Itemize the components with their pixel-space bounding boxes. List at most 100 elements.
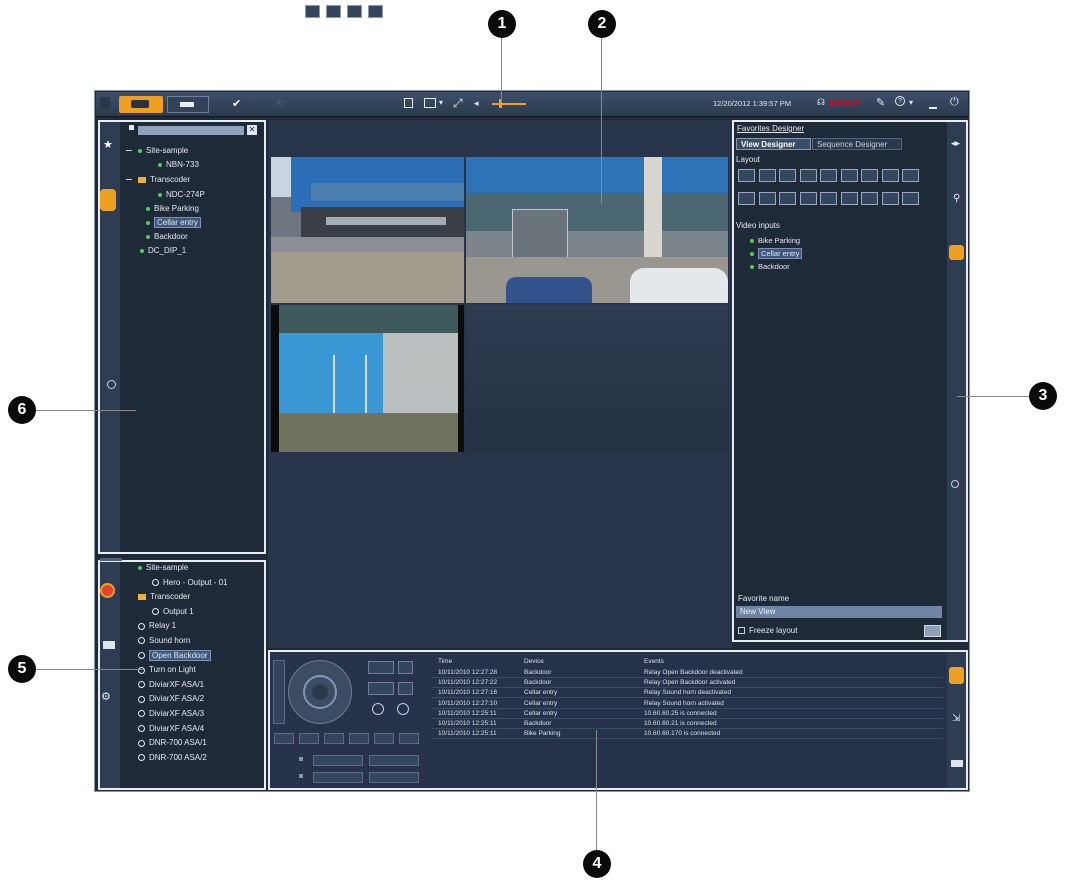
freeze-layout-checkbox[interactable] [738, 627, 745, 634]
ptz-focus-near-button[interactable] [368, 682, 394, 695]
tree-item-7[interactable]: DC_DIP_1 [140, 246, 186, 256]
relay-item-6[interactable]: Open Backdoor [138, 649, 211, 661]
relay-item-7[interactable]: Turn on Light [138, 665, 196, 675]
save-favorite-button[interactable] [924, 625, 941, 637]
relay-item-10[interactable]: DiviarXF ASA/3 [138, 709, 204, 719]
exit-icon[interactable]: ⏻ [950, 96, 959, 109]
favorite-name-input[interactable]: New View [736, 606, 942, 618]
tree-item-1[interactable]: NBN-733 [158, 160, 199, 170]
layout-option-button[interactable] [820, 192, 837, 205]
favorite-name-label: Favorite name [738, 594, 790, 603]
ptz-focus-far-button[interactable] [398, 682, 413, 695]
ptz-preset-button[interactable] [324, 733, 344, 744]
tree-item-0[interactable]: Site-sample [138, 146, 188, 156]
aux-on-button[interactable] [313, 755, 363, 766]
layout-2-button[interactable] [326, 5, 341, 18]
bookmark-tab-icon[interactable]: ⇲ [952, 713, 960, 724]
video-tile-bike-parking[interactable] [271, 157, 464, 303]
window-layout-dropdown-icon[interactable] [424, 98, 436, 108]
window-menu-icon[interactable] [100, 97, 110, 109]
alarm-list-tab-icon[interactable] [951, 760, 963, 767]
alarm-check-icon[interactable]: ✔ [232, 97, 241, 110]
preset-go-button[interactable] [369, 772, 419, 783]
layout-option-button[interactable] [861, 192, 878, 205]
minimize-icon[interactable] [929, 107, 937, 109]
tree-item-4[interactable]: Bike Parking [146, 204, 199, 214]
layout-option-button[interactable] [738, 169, 755, 182]
video-tile-backdoor[interactable] [271, 305, 464, 452]
ptz-preset-button[interactable] [299, 733, 319, 744]
ptz-preset-button[interactable] [349, 733, 369, 744]
relay-output-icon [138, 739, 145, 747]
relay-item-9[interactable]: DiviarXF ASA/2 [138, 694, 204, 704]
ptz-iris-close-icon[interactable] [397, 703, 409, 715]
layout-3-button[interactable] [347, 5, 362, 18]
relay-item-2[interactable]: Transcoder [138, 592, 190, 602]
headset-icon[interactable]: ☊ [817, 97, 825, 108]
tree-item-5[interactable]: Cellar entry [146, 217, 201, 228]
tree-search-clear-icon[interactable]: ✕ [247, 125, 257, 135]
speaker-icon[interactable]: ◂ [474, 98, 479, 109]
video-input-item[interactable]: Backdoor [750, 262, 790, 272]
log-cell-time: 10/11/2010 12:25:11 [438, 720, 497, 727]
layout-option-button[interactable] [799, 169, 817, 182]
relay-item-4[interactable]: Relay 1 [138, 621, 176, 631]
layout-option-button[interactable] [820, 169, 837, 182]
tree-expander-icon[interactable] [126, 150, 132, 151]
layout-option-button[interactable] [799, 192, 817, 205]
layout-option-button[interactable] [881, 169, 899, 182]
fullscreen-icon[interactable]: ⤢ [453, 96, 463, 111]
layout-option-button[interactable] [738, 192, 755, 205]
ptz-iris-open-icon[interactable] [372, 703, 384, 715]
ptz-zoom-slider[interactable] [273, 660, 285, 724]
ptz-preset-button[interactable] [374, 733, 394, 744]
layout-1-button[interactable] [305, 5, 320, 18]
layout-option-button[interactable] [840, 192, 858, 205]
event-log-tab-icon[interactable] [949, 667, 964, 684]
video-input-item[interactable]: Bike Parking [750, 236, 800, 246]
camera-icon [750, 252, 754, 257]
relay-item-12[interactable]: DNR-700 ASA/1 [138, 738, 207, 748]
preset-set-button[interactable] [313, 772, 363, 783]
ptz-preset-button[interactable] [399, 733, 419, 744]
layout-option-button[interactable] [881, 192, 899, 205]
help-dropdown-icon[interactable]: ▾ [909, 98, 913, 107]
copy-icon[interactable] [404, 98, 413, 108]
video-tile-empty[interactable] [466, 305, 728, 452]
relay-item-1[interactable]: Hero - Output - 01 [152, 578, 227, 588]
relay-item-label: Hero - Output - 01 [163, 577, 228, 587]
relay-item-3[interactable]: Output 1 [152, 607, 194, 617]
tree-expander-icon[interactable] [126, 179, 132, 180]
layout-option-button[interactable] [779, 192, 796, 205]
layout-option-button[interactable] [758, 169, 776, 182]
relay-item-8[interactable]: DiviarXF ASA/1 [138, 680, 204, 690]
relay-item-0[interactable]: Site-sample [138, 563, 188, 573]
ptz-zoom-out-button[interactable] [398, 661, 413, 674]
tree-search-input[interactable] [138, 126, 244, 135]
help-icon[interactable]: ? [895, 96, 905, 106]
layout-option-button[interactable] [758, 192, 776, 205]
layout-option-button[interactable] [902, 192, 919, 205]
video-tile-cellar-entry[interactable] [466, 157, 728, 303]
tab-view-designer[interactable]: View Designer [736, 138, 811, 150]
tab-sequence-designer[interactable]: Sequence Designer [812, 138, 902, 150]
tree-item-2[interactable]: Transcoder [138, 175, 190, 185]
ptz-preset-button[interactable] [274, 733, 294, 744]
settings-wrench-icon[interactable]: ✎ [876, 96, 885, 109]
disabled-tool-icon: ⟲ [276, 98, 284, 108]
video-input-item[interactable]: Cellar entry [750, 248, 803, 259]
layout-option-button[interactable] [902, 169, 919, 182]
ptz-zoom-in-button[interactable] [368, 661, 394, 674]
relay-item-11[interactable]: DiviarXF ASA/4 [138, 724, 204, 734]
relay-item-5[interactable]: Sound horn [138, 636, 190, 646]
layout-option-button[interactable] [779, 169, 796, 182]
relay-item-13[interactable]: DNR-700 ASA/2 [138, 753, 207, 763]
layout-option-button[interactable] [840, 169, 858, 182]
volume-slider[interactable] [492, 103, 526, 105]
layout-option-button[interactable] [861, 169, 878, 182]
layout-4-button[interactable] [368, 5, 383, 18]
tree-item-6[interactable]: Backdoor [146, 232, 188, 242]
video-right-black-bar [458, 305, 464, 452]
aux-off-button[interactable] [369, 755, 419, 766]
tree-item-3[interactable]: NDC-274P [158, 190, 205, 200]
